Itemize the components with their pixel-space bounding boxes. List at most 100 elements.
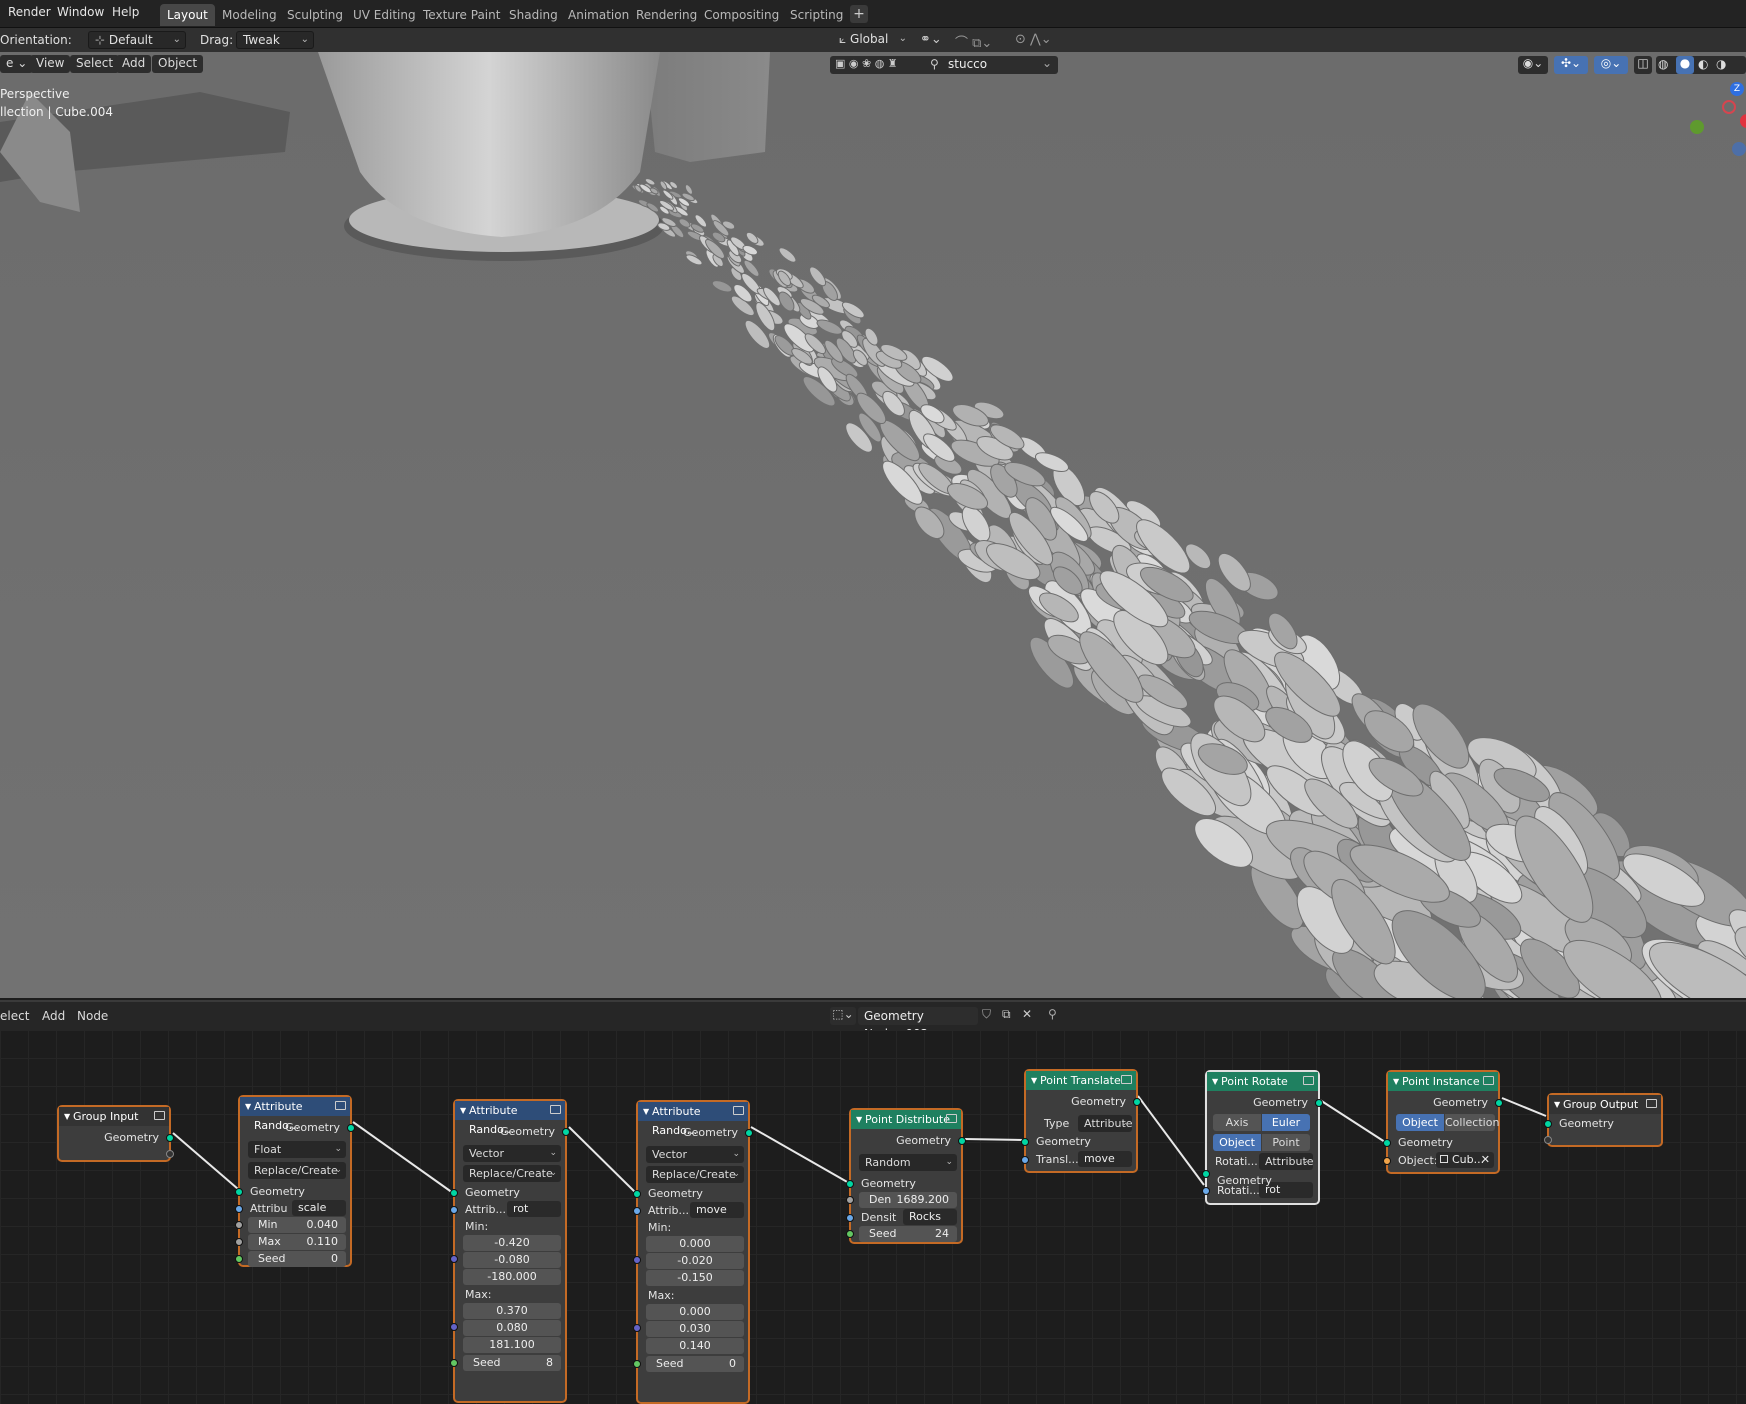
output-socket[interactable] bbox=[347, 1124, 355, 1132]
fake-user-shield-icon[interactable]: ⛉ bbox=[982, 1007, 991, 1022]
gizmo-x-axis[interactable] bbox=[1740, 114, 1746, 128]
material-preview-icon[interactable]: ◐ bbox=[1698, 57, 1708, 71]
attribute-name-field[interactable]: rot bbox=[507, 1201, 561, 1217]
min-field[interactable]: Min 0.040 bbox=[248, 1217, 346, 1233]
close-icon[interactable]: ✕ bbox=[1022, 1007, 1032, 1021]
instance-collection-toggle[interactable]: Collection bbox=[1445, 1114, 1499, 1131]
output-socket[interactable] bbox=[1495, 1099, 1503, 1107]
solid-shading-icon[interactable]: ● bbox=[1676, 56, 1694, 74]
max-field[interactable]: Max 0.110 bbox=[248, 1234, 346, 1250]
workspace-tab-texture-paint[interactable]: Texture Paint bbox=[416, 4, 507, 26]
rendered-icon[interactable]: ◑ bbox=[1716, 57, 1726, 71]
node-attribute-randomize-3[interactable]: ▼ Attribute Rando... Geometry Vector ⌄ Rep… bbox=[633, 1100, 753, 1404]
input-socket[interactable] bbox=[450, 1255, 458, 1263]
menu-select[interactable]: Select bbox=[70, 55, 120, 73]
input-socket[interactable] bbox=[450, 1359, 458, 1367]
workspace-tab-compositing[interactable]: Compositing bbox=[697, 4, 786, 26]
mode-dropdown[interactable]: Replace/Create ⌄ bbox=[248, 1162, 346, 1179]
input-socket[interactable] bbox=[846, 1180, 854, 1188]
type-dropdown[interactable]: Attribute ⌄ bbox=[1078, 1115, 1133, 1132]
euler-toggle[interactable]: Euler bbox=[1262, 1114, 1310, 1131]
xray-icon[interactable]: ◫ bbox=[1634, 56, 1652, 74]
preview-icon[interactable] bbox=[1121, 1075, 1132, 1084]
orientation-dropdown[interactable]: ⊹ Default ⌄ bbox=[88, 31, 186, 49]
input-socket[interactable] bbox=[235, 1238, 243, 1246]
max-y-field[interactable]: 0.080 bbox=[463, 1320, 561, 1336]
collapse-icon[interactable]: ▼ bbox=[1031, 1071, 1037, 1090]
mode-dropdown[interactable]: Replace/Create ⌄ bbox=[646, 1166, 744, 1183]
attribute-name-field[interactable]: move bbox=[690, 1202, 744, 1218]
snap-icon[interactable]: ⌒ ⧉⌄ bbox=[955, 32, 992, 51]
pivot-icon[interactable]: ⚭⌄ bbox=[920, 32, 942, 47]
input-socket[interactable] bbox=[1544, 1120, 1552, 1128]
node-point-instance[interactable]: ▼ Point Instance Geometry Object Collecti… bbox=[1383, 1070, 1503, 1174]
node-menu-node[interactable]: Node bbox=[77, 1009, 108, 1023]
clear-icon[interactable]: ✕ bbox=[1481, 1152, 1490, 1168]
attribute-name-field[interactable]: scale bbox=[292, 1200, 346, 1216]
virtual-socket[interactable] bbox=[166, 1150, 174, 1158]
min-z-field[interactable]: -0.150 bbox=[646, 1270, 744, 1286]
instance-object-toggle[interactable]: Object bbox=[1396, 1114, 1444, 1131]
type-dropdown[interactable]: Vector ⌄ bbox=[463, 1145, 561, 1162]
seed-field[interactable]: Seed 24 bbox=[859, 1226, 957, 1242]
mode-dropdown[interactable]: Replace/Create ⌄ bbox=[463, 1165, 561, 1182]
pin-icon[interactable]: ⚲ bbox=[1048, 1007, 1057, 1021]
object-field[interactable]: Cub... ✕ bbox=[1436, 1152, 1494, 1168]
seed-field[interactable]: Seed 8 bbox=[463, 1355, 561, 1371]
collapse-icon[interactable]: ▼ bbox=[856, 1110, 862, 1129]
translation-attribute-field[interactable]: move bbox=[1078, 1151, 1132, 1167]
min-y-field[interactable]: -0.080 bbox=[463, 1252, 561, 1268]
wireframe-icon[interactable]: ◍ bbox=[1658, 57, 1668, 71]
node-group-output[interactable]: ▼ Group Output Geometry bbox=[1544, 1093, 1663, 1147]
collapse-icon[interactable]: ▼ bbox=[245, 1097, 251, 1116]
preview-icon[interactable] bbox=[154, 1111, 165, 1120]
gizmo-neg-z-axis[interactable] bbox=[1732, 142, 1746, 156]
seed-field[interactable]: Seed 0 bbox=[646, 1356, 744, 1372]
preview-icon[interactable] bbox=[1303, 1076, 1314, 1085]
preview-icon[interactable] bbox=[1646, 1099, 1657, 1108]
input-socket[interactable] bbox=[235, 1205, 243, 1213]
menu-add[interactable]: Add bbox=[116, 55, 152, 73]
node-menu-add[interactable]: Add bbox=[42, 1009, 65, 1023]
input-socket[interactable] bbox=[235, 1188, 243, 1196]
filter-icons[interactable]: ▣ ◉ ❀ ◍ ♜ bbox=[835, 57, 898, 70]
min-z-field[interactable]: -180.000 bbox=[463, 1269, 561, 1285]
menu-window[interactable]: Window bbox=[57, 5, 104, 19]
input-socket[interactable] bbox=[633, 1324, 641, 1332]
proportional-edit-icon[interactable]: ⊙ ⋀⌄ bbox=[1015, 32, 1052, 47]
input-socket[interactable] bbox=[235, 1255, 243, 1263]
input-socket[interactable] bbox=[633, 1190, 641, 1198]
input-socket[interactable] bbox=[1021, 1156, 1029, 1164]
max-x-field[interactable]: 0.000 bbox=[646, 1304, 744, 1320]
input-socket[interactable] bbox=[633, 1256, 641, 1264]
workspace-tab-animation[interactable]: Animation bbox=[561, 4, 636, 26]
distribute-mode-dropdown[interactable]: Random ⌄ bbox=[859, 1154, 957, 1171]
gizmo-neg-x-axis[interactable] bbox=[1722, 100, 1736, 114]
min-y-field[interactable]: -0.020 bbox=[646, 1253, 744, 1269]
node-point-translate[interactable]: ▼ Point Translate Geometry Type Attribute… bbox=[1021, 1069, 1141, 1173]
menu-view[interactable]: View bbox=[30, 55, 71, 73]
3d-viewport[interactable]: e ⌄ View Select Add Object Perspective l… bbox=[0, 52, 1746, 998]
min-x-field[interactable]: 0.000 bbox=[646, 1236, 744, 1252]
max-z-field[interactable]: 0.140 bbox=[646, 1338, 744, 1354]
output-socket[interactable] bbox=[166, 1134, 174, 1142]
node-point-distribute[interactable]: ▼ Point Distribute Geometry Random ⌄ Geome… bbox=[846, 1108, 966, 1244]
type-dropdown[interactable]: Float ⌄ bbox=[248, 1141, 346, 1158]
density-max-field[interactable]: Den 1689.200 bbox=[859, 1192, 957, 1208]
navigation-gizmo[interactable]: Z bbox=[1690, 82, 1746, 192]
output-socket[interactable] bbox=[562, 1128, 570, 1136]
input-socket[interactable] bbox=[235, 1221, 243, 1229]
input-socket[interactable] bbox=[846, 1214, 854, 1222]
preview-icon[interactable] bbox=[335, 1101, 346, 1110]
node-tree-name[interactable]: Geometry Nodes.002 bbox=[858, 1007, 978, 1041]
input-socket[interactable] bbox=[633, 1360, 641, 1368]
drag-dropdown[interactable]: Tweak ⌄ bbox=[236, 31, 314, 49]
input-socket[interactable] bbox=[450, 1206, 458, 1214]
min-x-field[interactable]: -0.420 bbox=[463, 1235, 561, 1251]
virtual-socket[interactable] bbox=[1544, 1136, 1552, 1144]
input-socket[interactable] bbox=[1383, 1157, 1391, 1165]
collapse-icon[interactable]: ▼ bbox=[1212, 1072, 1218, 1091]
chevron-down-icon[interactable]: ⌄ bbox=[1042, 56, 1052, 70]
workspace-tab-scripting[interactable]: Scripting bbox=[783, 4, 850, 26]
workspace-tab-sculpting[interactable]: Sculpting bbox=[280, 4, 350, 26]
